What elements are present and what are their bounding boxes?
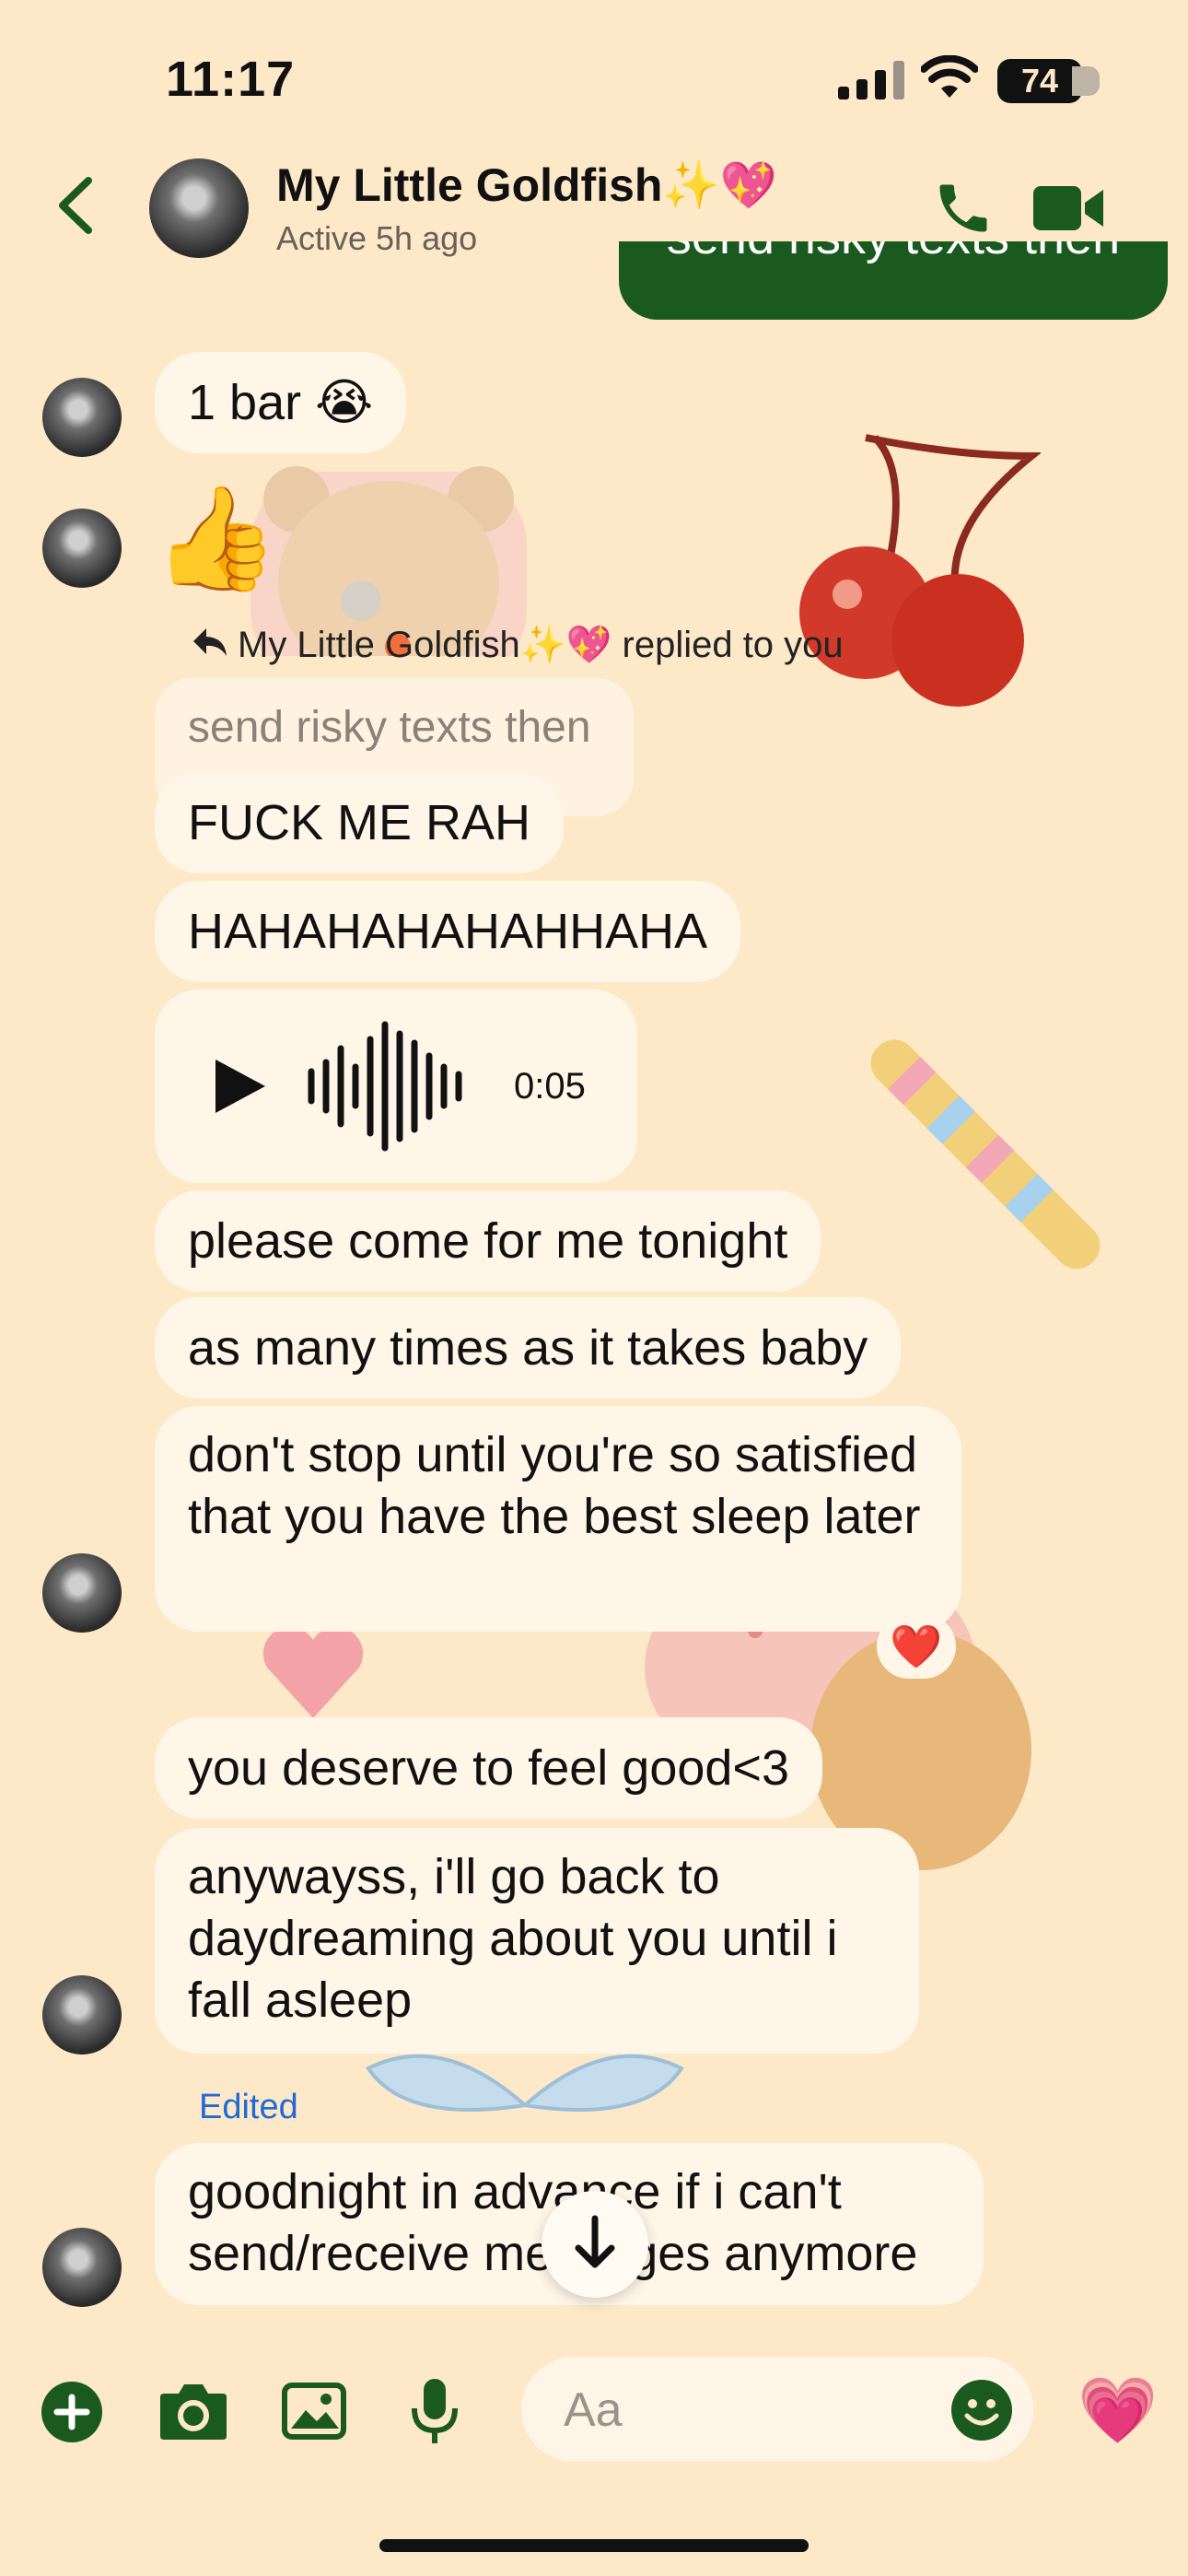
sender-avatar[interactable] [42, 378, 122, 457]
edited-label: Edited [199, 2088, 298, 2126]
sender-avatar[interactable] [42, 509, 122, 588]
camera-icon[interactable] [158, 2381, 228, 2441]
home-indicator [379, 2539, 809, 2552]
signal-icon [838, 61, 904, 100]
message-bubble[interactable]: anywayss, i'll go back to daydreaming ab… [155, 1828, 919, 2054]
love-heart-sticker [262, 1626, 364, 1718]
voice-duration: 0:05 [514, 1066, 586, 1107]
message-bubble[interactable]: FUCK ME RAH [155, 772, 565, 873]
microphone-icon[interactable] [409, 2377, 460, 2447]
quick-reaction-heart[interactable]: 💗 [1077, 2373, 1158, 2447]
plus-icon[interactable] [41, 2381, 103, 2443]
heart-reaction[interactable]: ❤️ [877, 1614, 956, 1679]
voice-message-bubble[interactable]: 0:05 [155, 989, 637, 1183]
sent-message-bubble[interactable]: send risky texts then [619, 241, 1168, 320]
sent-message-text: send risky texts then [667, 241, 1120, 264]
ribbon-sticker [366, 2054, 684, 2112]
phone-call-icon[interactable] [932, 177, 995, 240]
sender-avatar[interactable] [42, 1553, 122, 1633]
message-input[interactable] [562, 2377, 915, 2443]
message-bubble[interactable]: 1 bar 😭 [155, 352, 407, 453]
reply-label: My Little Goldfish✨💖 replied to you [238, 625, 844, 665]
battery-tip [1072, 66, 1100, 96]
cherry-sticker [799, 434, 1041, 707]
wifi-icon [921, 55, 978, 98]
reply-arrow-icon [193, 628, 227, 656]
message-bubble[interactable]: you deserve to feel good<3 [155, 1717, 822, 1819]
back-icon[interactable] [53, 175, 96, 236]
rainbow-candy-sticker [870, 1039, 1101, 1270]
video-call-icon[interactable] [1031, 181, 1105, 236]
message-bubble[interactable]: don't stop until you're so satisfied tha… [155, 1406, 961, 1632]
thumbs-up-emoji[interactable]: 👍 [153, 479, 279, 599]
gallery-icon[interactable] [282, 2383, 346, 2440]
sender-avatar[interactable] [42, 1975, 122, 2055]
play-icon[interactable] [212, 1058, 267, 1115]
active-status: Active 5h ago [276, 219, 478, 257]
contact-name[interactable]: My Little Goldfish✨💖 [276, 158, 777, 213]
scroll-down-button[interactable] [542, 2191, 648, 2298]
emoji-icon[interactable] [950, 2379, 1013, 2441]
sender-avatar[interactable] [42, 2228, 122, 2307]
message-bubble[interactable]: HAHAHAHAHAHHAHA [155, 881, 741, 982]
battery-indicator: 74 [997, 59, 1082, 103]
contact-avatar[interactable] [149, 158, 249, 258]
message-bubble[interactable]: as many times as it takes baby [155, 1297, 902, 1399]
message-composer[interactable] [521, 2357, 1033, 2462]
message-bubble[interactable]: please come for me tonight [155, 1190, 821, 1292]
status-time: 11:17 [166, 52, 296, 107]
arrow-down-icon [575, 2215, 615, 2268]
waveform-icon [308, 1021, 462, 1152]
